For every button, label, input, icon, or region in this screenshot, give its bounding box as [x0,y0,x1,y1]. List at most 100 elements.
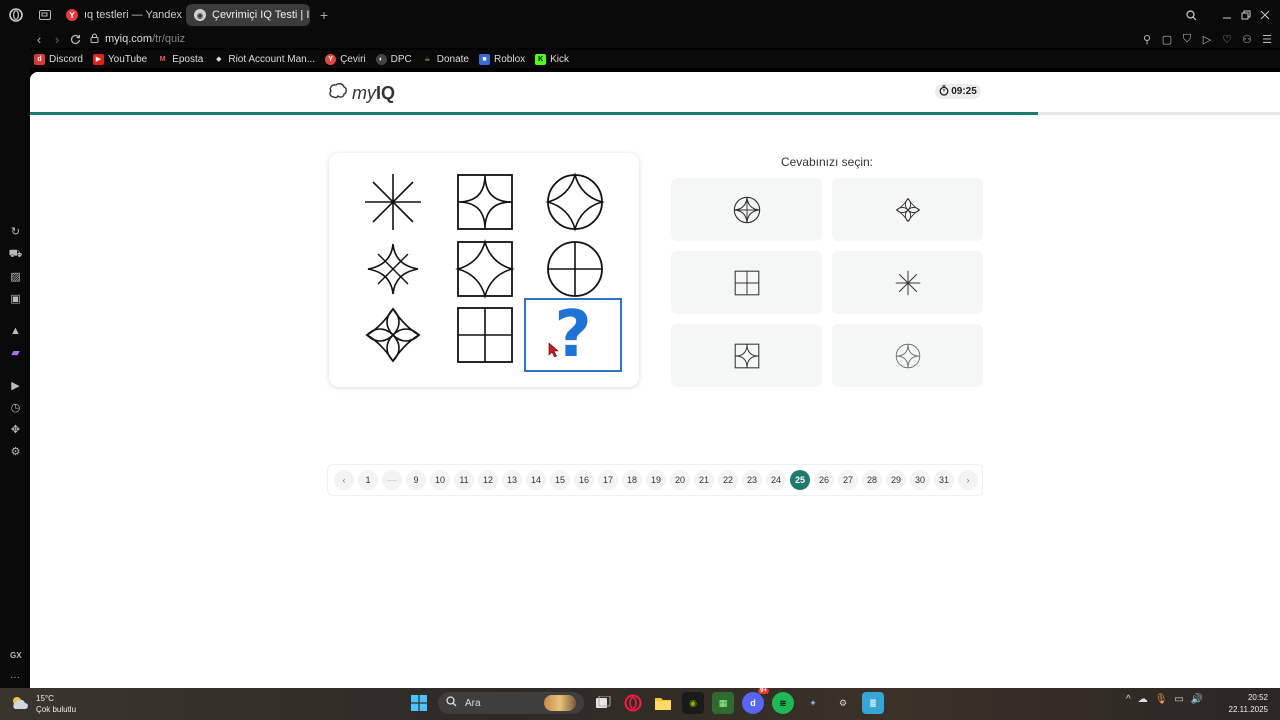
opera-gx-taskbar-icon[interactable] [622,692,644,714]
back-icon[interactable]: ‹ [30,30,48,48]
page-button-current[interactable]: 25 [790,470,810,490]
volume-icon[interactable]: 🔊 [1191,694,1203,705]
page-button[interactable]: 24 [766,470,786,490]
bookmark-donate[interactable]: ☕ Donate [422,54,469,65]
forward-icon[interactable]: › [48,30,66,48]
nvidia-icon[interactable]: ◉ [682,692,704,714]
tab-myiq[interactable]: ◉ Çevrimiçi IQ Testi | IQ Puz… [186,4,310,26]
tab-workspaces-icon[interactable] [32,2,58,28]
page-button[interactable]: 9 [406,470,426,490]
music-player-icon[interactable]: ▶ [9,379,22,392]
page-button[interactable]: 29 [886,470,906,490]
task-view-icon[interactable] [592,692,614,714]
page-button[interactable]: 21 [694,470,714,490]
extensions-icon[interactable]: ✥ [9,423,22,436]
page-button[interactable]: 1 [358,470,378,490]
vpn-shield-icon[interactable]: ⛉ [1178,30,1196,48]
answer-option-2[interactable] [832,178,983,241]
menu-icon[interactable]: ☰ [1258,30,1276,48]
answer-option-5[interactable] [671,324,822,387]
close-icon[interactable] [1255,5,1274,25]
page-button[interactable]: 11 [454,470,474,490]
page-button[interactable]: 10 [430,470,450,490]
option-circle-concave-star-icon [895,343,920,368]
page-button[interactable]: 15 [550,470,570,490]
gx-label[interactable]: GX [10,651,22,660]
bookmark-eposta[interactable]: M Eposta [157,54,204,65]
player-icon[interactable]: ▷ [1198,30,1216,48]
page-button[interactable]: 27 [838,470,858,490]
pagination-next[interactable]: › [958,470,978,490]
notepad-icon[interactable]: ≣ [862,692,884,714]
app-icon[interactable]: ✦ [802,692,824,714]
tab-yandex[interactable]: Y ıq testleri — Yandex: 147 … [58,4,182,26]
url-path: /tr/quiz [152,33,186,45]
opera-gx-logo-icon[interactable] [0,8,32,22]
discord-taskbar-icon[interactable]: d 9+ [742,688,769,714]
gx-control-icon[interactable]: ⛟ [9,248,23,261]
page-ellipsis: ··· [382,470,402,490]
page-button[interactable]: 28 [862,470,882,490]
page-button[interactable]: 14 [526,470,546,490]
weather-widget[interactable]: 15°C Çok bulutlu [10,693,76,715]
page-button[interactable]: 16 [574,470,594,490]
url-field[interactable]: myiq.com/tr/quiz [90,33,185,46]
page-button[interactable]: 13 [502,470,522,490]
pin-icon[interactable]: ⚲ [1138,30,1156,48]
new-tab-button[interactable]: + [314,5,334,25]
reload-icon[interactable] [66,30,84,48]
page-button[interactable]: 18 [622,470,642,490]
bookmark-ceviri[interactable]: Y Çeviri [325,53,366,65]
profile-icon[interactable]: ⚇ [1238,30,1256,48]
settings-gear-icon[interactable]: ⚙ [9,445,22,458]
minimize-icon[interactable] [1217,5,1236,25]
microphone-icon[interactable]: 🎙 [1155,694,1168,705]
yandex-translate-icon: Y [325,53,337,65]
restore-icon[interactable] [1236,5,1255,25]
answer-option-1[interactable] [671,178,822,241]
bookmark-riot[interactable]: ◆ Riot Account Man... [213,54,315,65]
search-tabs-icon[interactable] [1182,5,1201,25]
bookmark-discord[interactable]: d Discord [34,53,83,65]
roblox-icon: ■ [479,53,490,65]
bookmark-kick[interactable]: K Kick [535,53,569,65]
page-button[interactable]: 31 [934,470,954,490]
answer-option-3[interactable] [671,251,822,314]
page-button[interactable]: 17 [598,470,618,490]
snapshot-icon[interactable]: ▢ [1158,30,1176,48]
bookmark-youtube[interactable]: ▶ YouTube [92,53,147,65]
page-button[interactable]: 26 [814,470,834,490]
pagination-prev[interactable]: ‹ [334,470,354,490]
taskbar-clock[interactable]: 20:52 22.11.2025 [1226,692,1268,716]
tray-app-icon[interactable]: ☁ [1138,694,1148,705]
answer-option-6[interactable] [832,324,983,387]
messenger-icon[interactable]: ▣ [9,292,22,305]
myiq-logo[interactable]: my IQ [328,82,395,105]
heart-icon[interactable]: ♡ [1218,30,1236,48]
spotify-icon[interactable]: ≋ [772,692,794,714]
option-square-cross-icon [734,270,759,295]
bookmark-dpc[interactable]: ◐ DPC [375,53,412,65]
page-button[interactable]: 23 [742,470,762,490]
aria-icon[interactable]: ▲ [9,324,22,337]
answer-option-4[interactable] [832,251,983,314]
tray-chevron-up-icon[interactable]: ^ [1126,694,1131,705]
network-icon[interactable]: ▭ [1174,694,1183,705]
page-button[interactable]: 20 [670,470,690,490]
page-button[interactable]: 30 [910,470,930,490]
app-icon[interactable]: ▦ [712,692,734,714]
taskbar-search[interactable]: Ara [438,692,584,714]
history-icon[interactable]: ◷ [9,401,22,414]
page-button[interactable]: 12 [478,470,498,490]
file-explorer-icon[interactable] [652,692,674,714]
sidebar-more-icon[interactable]: ··· [10,672,20,683]
page-button[interactable]: 22 [718,470,738,490]
twitch-icon[interactable]: ▰ [9,346,22,359]
steam-icon[interactable]: ⚙ [832,692,854,714]
quiz-progress-fill [30,112,1038,115]
bookmark-roblox[interactable]: ■ Roblox [479,53,525,65]
speed-dial-icon[interactable]: ↻ [9,225,22,238]
page-button[interactable]: 19 [646,470,666,490]
windows-start-icon[interactable] [408,692,430,714]
gx-cleaner-icon[interactable]: ▨ [9,270,22,283]
